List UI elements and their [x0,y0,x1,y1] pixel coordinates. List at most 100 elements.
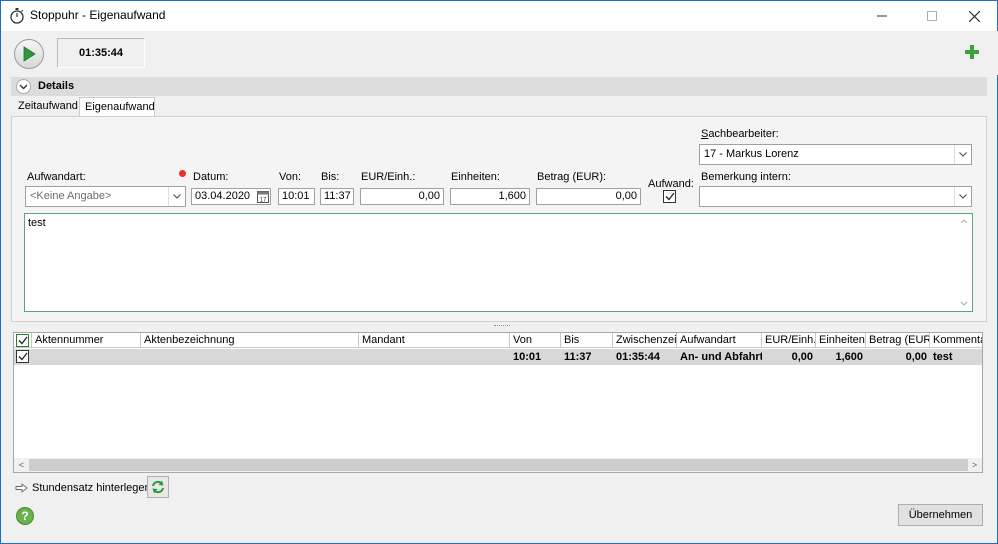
minimize-icon [877,15,887,17]
sachbearbeiter-select[interactable]: 17 - Markus Lorenz [699,144,972,165]
aufwand-label: Aufwand: [648,178,694,190]
von-field[interactable]: 10:01 [278,188,315,205]
splitter-grip[interactable] [494,325,510,328]
einheiten-label: Einheiten: [451,171,500,183]
chevron-down-icon [959,194,967,199]
sachbearbeiter-value: 17 - Markus Lorenz [704,148,799,160]
arrow-right-icon [15,483,28,493]
toolbar: 01:35:44 [2,31,998,75]
aufwandart-dropdown-arrow[interactable] [168,187,185,206]
header-select-all[interactable] [14,333,32,348]
checkmark-icon [18,352,28,361]
timer-display: 01:35:44 [57,38,145,68]
betrag-field[interactable]: 0,00 [536,188,641,205]
column-header[interactable]: Bis [561,333,613,348]
stundensatz-label: Stundensatz hinterlegen [32,482,151,494]
cell-mandant [359,349,510,365]
row-checkbox[interactable] [16,350,29,363]
scroll-right-arrow-icon[interactable]: > [967,458,982,472]
cell-eur-einh: 0,00 [791,351,813,363]
einheiten-field[interactable]: 1,600 [450,188,530,205]
play-button[interactable] [14,39,44,69]
cell-aufwandart: An- und Abfahrt [680,351,762,363]
bis-field[interactable]: 11:37 [320,188,354,205]
von-label: Von: [279,171,302,183]
calendar-icon[interactable]: 17 [257,190,269,203]
refresh-icon [152,480,164,494]
bis-label: Bis: [321,171,340,183]
cell-bis: 11:37 [564,351,592,363]
bemerkung-select[interactable] [699,186,972,207]
column-header[interactable]: Mandant [359,333,510,348]
column-header[interactable]: Einheiten [816,333,866,348]
cell-betrag: 0,00 [905,351,927,363]
help-button[interactable]: ? [16,507,34,525]
comment-text: test [28,217,46,229]
cell-aktennummer [32,349,141,365]
scroll-left-arrow-icon[interactable]: < [14,458,29,472]
minimize-button[interactable] [859,1,905,31]
cell-aktenbezeichnung [141,349,359,365]
sachbearbeiter-dropdown-arrow[interactable] [954,145,971,164]
datum-field[interactable]: 03.04.2020 17 [191,188,271,205]
cell-kommentar: test [933,351,953,363]
checkmark-icon [18,336,28,345]
tab-eigenaufwand[interactable]: Eigenaufwand [79,97,155,117]
cell-von: 10:01 [513,351,542,363]
column-header[interactable]: Aktennummer [32,333,141,348]
apply-button[interactable]: Übernehmen [898,504,983,526]
column-header[interactable]: Kommentar [930,333,982,348]
scrollbar-thumb[interactable] [29,459,968,471]
column-header[interactable]: EUR/Einh. [762,333,816,348]
checkmark-icon [665,192,675,201]
maximize-icon [927,11,937,21]
eur-einh-label: EUR/Einh.: [361,171,416,183]
close-icon [968,10,980,22]
chevron-down-icon [959,152,967,157]
table-header: Aktennummer Aktenbezeichnung Mandant Von… [14,333,982,348]
eur-einh-field[interactable]: 0,00 [360,188,444,205]
svg-text:17: 17 [260,198,267,204]
column-header[interactable]: Betrag (EUR) [866,333,930,348]
chevron-down-icon [173,194,181,199]
close-button[interactable] [951,1,997,31]
datum-label: Datum: [193,171,229,183]
details-section-header[interactable]: Details [11,77,987,96]
chevron-down-icon [19,84,28,89]
aufwand-checkbox[interactable] [663,190,676,203]
select-all-checkbox[interactable] [16,334,29,347]
collapse-toggle[interactable] [16,79,31,94]
window-title: Stoppuhr - Eigenaufwand [30,8,166,22]
aufwandart-value: <Keine Angabe> [30,190,112,202]
stopwatch-icon [10,8,24,24]
title-bar: Stoppuhr - Eigenaufwand [1,1,997,31]
entries-table: Aktennummer Aktenbezeichnung Mandant Von… [13,332,983,473]
column-header[interactable]: Aktenbezeichnung [141,333,359,348]
aufwandart-select[interactable]: <Keine Angabe> [25,186,186,207]
details-label: Details [38,80,75,92]
expense-form: Sachbearbeiter: 17 - Markus Lorenz Aufwa… [11,116,987,322]
column-header[interactable]: Aufwandart [677,333,762,348]
table-row[interactable]: 10:01 11:37 01:35:44 An- und Abfahrt 0,0… [14,349,982,365]
required-indicator-icon [179,170,186,177]
memo-scrollbar[interactable] [957,215,971,310]
bemerkung-dropdown-arrow[interactable] [954,187,971,206]
column-header[interactable]: Zwischenzeit [613,333,677,348]
help-icon: ? [21,509,29,523]
maximize-button[interactable] [909,1,955,31]
cell-einheiten: 1,600 [835,351,863,363]
sachbearbeiter-label-rest: achbearbeiter: [708,128,779,140]
sachbearbeiter-label: Sachbearbeiter: [701,128,779,140]
comment-textarea[interactable]: test [24,213,973,312]
stundensatz-link[interactable]: Stundensatz hinterlegen [15,479,151,497]
add-icon[interactable] [964,44,980,60]
column-header[interactable]: Von [510,333,561,348]
bemerkung-label: Bemerkung intern: [701,171,791,183]
refresh-button[interactable] [147,476,169,498]
cell-zwischenzeit: 01:35:44 [616,351,661,363]
tab-zeitaufwand[interactable]: Zeitaufwand [13,97,79,116]
aufwandart-label: Aufwandart: [27,171,86,183]
betrag-label: Betrag (EUR): [537,171,607,183]
datum-value: 03.04.2020 [195,190,251,202]
horizontal-scrollbar[interactable]: < > [14,458,982,472]
